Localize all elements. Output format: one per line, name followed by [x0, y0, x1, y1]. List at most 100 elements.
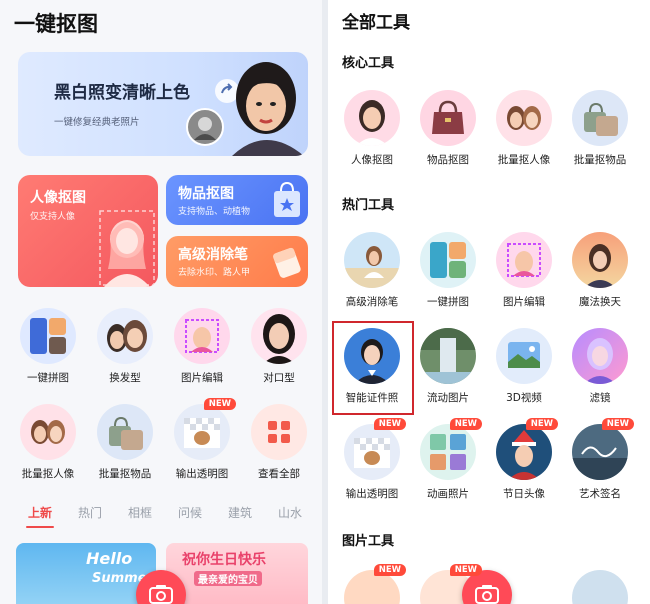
tab-frames[interactable]: 相框 [128, 504, 152, 521]
tab-hot[interactable]: 热门 [78, 504, 102, 521]
core-tool-person-label: 人像抠图 [351, 154, 393, 166]
collage-thumb [20, 308, 76, 364]
core-tool-person[interactable]: 人像抠图 [342, 90, 402, 167]
section-core: 核心工具 [342, 56, 395, 71]
eraser-card-subtitle: 去除水印、路人甲 [178, 268, 251, 278]
hot-transparent-thumb [344, 424, 400, 480]
item-card-title: 物品抠图 [178, 186, 234, 202]
hot-tool-sky[interactable]: 魔法换天 [570, 232, 630, 309]
section-hot: 热门工具 [342, 198, 395, 213]
hot-tool-filter[interactable]: 滤镜 [570, 328, 630, 405]
hot-tool-eraser-label: 高级消除笔 [345, 296, 399, 308]
page-title: 一键抠图 [14, 12, 98, 36]
new-badge: NEW [449, 564, 482, 576]
tool-transparent[interactable]: NEW 输出透明图 [172, 398, 236, 481]
core-tool-batch-person-label: 批量抠人像 [497, 154, 551, 166]
core-tool-batch-person[interactable]: 批量抠人像 [494, 90, 554, 167]
tab-architecture[interactable]: 建筑 [228, 504, 252, 521]
hot-festival-thumb [496, 424, 552, 480]
image-tool-1[interactable]: NEW [342, 564, 406, 604]
image-edit-thumb [174, 308, 230, 364]
camera-icon [149, 585, 173, 604]
hot-image-edit-thumb [496, 232, 552, 288]
tool-image-edit[interactable]: 图片编辑 [172, 308, 232, 385]
hot-tool-signature[interactable]: NEW 艺术签名 [570, 418, 634, 501]
core-tool-item[interactable]: 物品抠图 [418, 90, 478, 167]
core-tool-batch-item-label: 批量抠物品 [573, 154, 627, 166]
hot-tool-transparent[interactable]: NEW 输出透明图 [342, 418, 406, 501]
hot-tool-transparent-label: 输出透明图 [345, 488, 399, 500]
eraser-card[interactable]: 高级消除笔 去除水印、路人甲 [166, 236, 308, 287]
hot-tool-flow-label: 流动图片 [427, 392, 469, 404]
active-tab-indicator [26, 526, 54, 528]
tool-transparent-label: 输出透明图 [175, 468, 229, 480]
view-all-thumb [251, 404, 307, 460]
person-card-subtitle: 仅支持人像 [30, 212, 76, 222]
new-badge: NEW [203, 398, 236, 410]
hot-tool-festival-label: 节日头像 [503, 488, 545, 500]
promo-birthday[interactable]: 祝你生日快乐 最亲爱的宝贝 [166, 543, 308, 604]
batch-person-thumb [20, 404, 76, 460]
core-batch-person-thumb [496, 90, 552, 146]
core-batch-item-thumb [572, 90, 628, 146]
eraser-card-title: 高级消除笔 [178, 247, 248, 263]
right-panel: 全部工具 核心工具 人像抠图 物品抠图 批量抠人像 批量抠物品 热门工具 高级消… [328, 0, 650, 604]
tool-batch-item-label: 批量抠物品 [98, 468, 152, 480]
new-badge: NEW [373, 564, 406, 576]
hot-tool-flow[interactable]: 流动图片 [418, 328, 478, 405]
tool-collage[interactable]: 一键拼图 [18, 308, 78, 385]
hot-tool-image-edit[interactable]: 图片编辑 [494, 232, 554, 309]
tool-hairstyle-label: 换发型 [109, 372, 141, 384]
tool-view-all-label: 查看全部 [258, 468, 300, 480]
person-cutout-card[interactable]: 人像抠图 仅支持人像 [18, 175, 158, 287]
hot-tool-image-edit-label: 图片编辑 [503, 296, 545, 308]
core-item-thumb [420, 90, 476, 146]
tab-greetings[interactable]: 问候 [178, 504, 202, 521]
tool-batch-person-label: 批量抠人像 [21, 468, 75, 480]
new-badge: NEW [525, 418, 558, 430]
batch-item-thumb [97, 404, 153, 460]
tool-lipsync-label: 对口型 [263, 372, 295, 384]
transparent-thumb [174, 404, 230, 460]
tab-new[interactable]: 上新 [28, 504, 52, 521]
section-image: 图片工具 [342, 534, 395, 549]
core-person-thumb [344, 90, 400, 146]
colorized-portrait [232, 62, 304, 156]
tab-landscape[interactable]: 山水 [278, 504, 302, 521]
handbag-icon [432, 100, 464, 134]
image-tool-4[interactable] [570, 570, 630, 604]
grid-icon [268, 421, 290, 443]
hot-tool-3d-video[interactable]: 3D视频 [494, 328, 554, 405]
item-cutout-card[interactable]: 物品抠图 支持物品、动植物 [166, 175, 308, 225]
hot-tool-festival[interactable]: NEW 节日头像 [494, 418, 558, 501]
hot-tool-filter-label: 滤镜 [589, 392, 611, 404]
banner-subtitle: 一键修复经典老照片 [54, 117, 140, 128]
hot-tool-eraser[interactable]: 高级消除笔 [342, 232, 402, 309]
hot-flow-thumb [420, 328, 476, 384]
tool-hairstyle[interactable]: 换发型 [95, 308, 155, 385]
promo-hello-text: Hello [86, 549, 133, 568]
hot-eraser-thumb [344, 232, 400, 288]
promo-hello-summer[interactable]: Hello Summer [16, 543, 156, 604]
new-badge: NEW [449, 418, 482, 430]
hot-sky-thumb [572, 232, 628, 288]
tool-collage-label: 一键拼图 [27, 372, 69, 384]
person-card-title: 人像抠图 [30, 190, 86, 206]
promo-dear-text: 最亲爱的宝贝 [194, 571, 262, 586]
hot-tool-collage[interactable]: 一键拼图 [418, 232, 478, 309]
all-tools-title: 全部工具 [342, 13, 410, 33]
core-tool-batch-item[interactable]: 批量抠物品 [570, 90, 630, 167]
hot-3d-video-thumb [496, 328, 552, 384]
colorize-banner[interactable]: 黑白照变清晰上色 一键修复经典老照片 [18, 52, 308, 156]
tool-batch-item[interactable]: 批量抠物品 [95, 404, 155, 481]
banner-title: 黑白照变清晰上色 [54, 83, 190, 103]
item-card-subtitle: 支持物品、动植物 [178, 207, 251, 217]
new-badge: NEW [601, 418, 634, 430]
hot-tool-signature-label: 艺术签名 [579, 488, 621, 500]
tool-view-all[interactable]: 查看全部 [249, 404, 309, 481]
tool-lipsync[interactable]: 对口型 [249, 308, 309, 385]
tool-batch-person[interactable]: 批量抠人像 [18, 404, 78, 481]
hot-tool-animated[interactable]: NEW 动画照片 [418, 418, 482, 501]
hot-animated-thumb [420, 424, 476, 480]
shopping-bag-icon [274, 181, 300, 217]
